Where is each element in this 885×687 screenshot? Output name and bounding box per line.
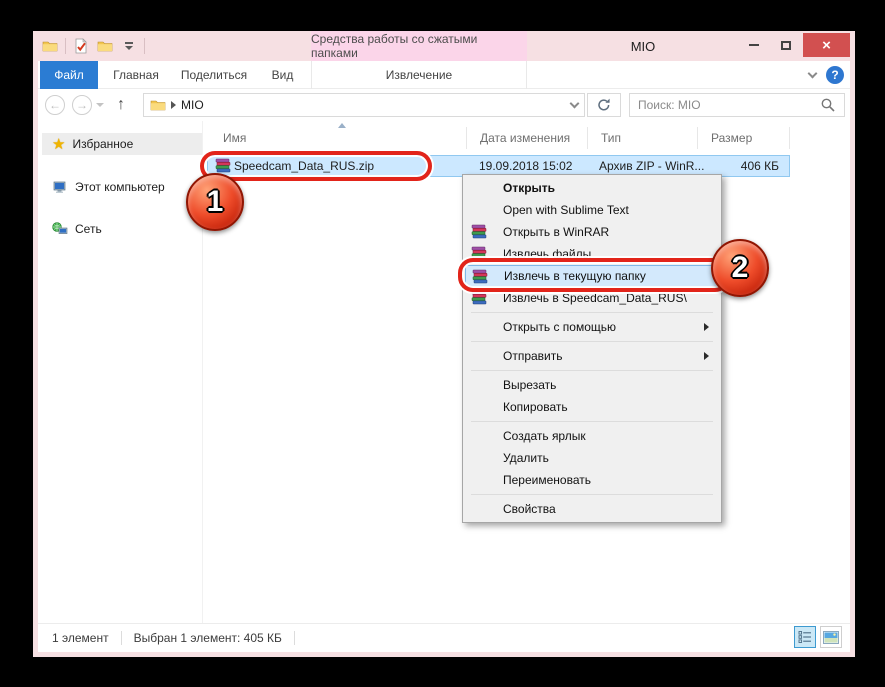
refresh-button[interactable] — [587, 93, 621, 117]
up-button[interactable]: ↑ — [111, 94, 131, 116]
minimize-icon — [749, 44, 759, 46]
submenu-arrow-icon — [704, 352, 709, 360]
context-menu-item-copy[interactable]: Копировать — [465, 396, 719, 418]
winrar-icon — [471, 290, 487, 309]
file-name: Speedcam_Data_RUS.zip — [234, 159, 374, 173]
context-menu-item-cut[interactable]: Вырезать — [465, 374, 719, 396]
column-header-size[interactable]: Размер — [698, 127, 790, 149]
column-header-name[interactable]: Имя — [210, 127, 467, 149]
customize-toolbar-dropdown[interactable] — [120, 37, 138, 55]
context-menu-item-delete[interactable]: Удалить — [465, 447, 719, 469]
maximize-icon — [781, 41, 791, 50]
file-size: 406 КБ — [699, 159, 779, 173]
column-header-date[interactable]: Дата изменения — [467, 127, 588, 149]
star-icon: ★ — [52, 137, 65, 152]
breadcrumb-arrow-icon — [171, 101, 176, 109]
submenu-arrow-icon — [704, 323, 709, 331]
sidebar-item-favorites[interactable]: ★ Избранное — [42, 133, 202, 155]
details-view-button[interactable] — [794, 626, 816, 648]
view-switcher — [794, 626, 842, 648]
selection-info: Выбран 1 элемент: 405 КБ — [134, 631, 282, 645]
details-view-icon — [798, 630, 812, 644]
status-bar: 1 элемент Выбран 1 элемент: 405 КБ — [38, 623, 850, 652]
context-menu-item-open[interactable]: Открыть — [465, 177, 719, 199]
search-placeholder: Поиск: MIO — [638, 98, 701, 112]
tab-view[interactable]: Вид — [254, 61, 311, 89]
search-icon[interactable] — [820, 97, 836, 113]
menu-separator — [471, 370, 713, 371]
forward-button[interactable]: → — [72, 95, 92, 115]
tab-home[interactable]: Главная — [98, 61, 174, 89]
folder-icon[interactable] — [41, 37, 59, 55]
sidebar-item-this-pc[interactable]: Этот компьютер — [42, 176, 202, 198]
recent-locations-dropdown-icon[interactable] — [96, 103, 104, 107]
winrar-icon — [471, 246, 487, 265]
maximize-button[interactable] — [771, 33, 801, 57]
explorer-window: Средства работы со сжатыми папками MIO ×… — [33, 31, 855, 657]
divider — [144, 38, 145, 54]
large-icons-view-button[interactable] — [820, 626, 842, 648]
winrar-icon — [472, 269, 488, 288]
context-menu: Открыть Open with Sublime Text Открыть в… — [462, 174, 722, 523]
navigation-toolbar: ← → ↑ MIO Поиск: MIO — [38, 89, 850, 121]
context-menu-item-open-in-winrar[interactable]: Открыть в WinRAR — [465, 221, 719, 243]
file-date: 19.09.2018 15:02 — [479, 159, 572, 173]
file-type: Архив ZIP - WinR... — [599, 159, 704, 173]
tab-extract[interactable]: Извлечение — [311, 61, 527, 89]
divider — [121, 631, 122, 645]
annotation-step-2: 2 — [711, 239, 769, 297]
context-menu-item-open-with[interactable]: Открыть с помощью — [465, 316, 719, 338]
divider — [294, 631, 295, 645]
quick-access-toolbar — [41, 34, 145, 58]
winrar-icon — [471, 224, 487, 243]
ribbon-tab-bar: Файл Главная Поделиться Вид Извлечение ? — [38, 61, 850, 89]
ribbon-controls: ? — [809, 61, 844, 89]
network-icon — [52, 221, 68, 237]
title-bar: Средства работы со сжатыми папками MIO × — [33, 31, 855, 61]
tab-file[interactable]: Файл — [40, 61, 98, 89]
computer-icon — [52, 179, 68, 195]
context-menu-item-properties[interactable]: Свойства — [465, 498, 719, 520]
search-input[interactable]: Поиск: MIO — [629, 93, 845, 117]
menu-separator — [471, 341, 713, 342]
minimize-button[interactable] — [739, 33, 769, 57]
menu-separator — [471, 312, 713, 313]
close-icon: × — [822, 37, 831, 54]
window-title: MIO — [578, 31, 708, 61]
minimize-ribbon-icon[interactable] — [808, 68, 818, 78]
contextual-tab-header-label: Средства работы со сжатыми папками — [311, 32, 527, 60]
client-area: Файл Главная Поделиться Вид Извлечение ?… — [38, 61, 850, 652]
context-menu-item-extract-to-folder[interactable]: Извлечь в Speedcam_Data_RUS\ — [465, 287, 719, 309]
new-folder-button[interactable] — [96, 37, 114, 55]
context-menu-item-rename[interactable]: Переименовать — [465, 469, 719, 491]
context-menu-item-create-shortcut[interactable]: Создать ярлык — [465, 425, 719, 447]
context-menu-item-extract-files[interactable]: Извлечь файлы — [465, 243, 719, 265]
sidebar-item-network[interactable]: Сеть — [42, 218, 202, 240]
forward-icon: → — [76, 98, 88, 112]
divider — [65, 38, 66, 54]
column-header-type[interactable]: Тип — [588, 127, 698, 149]
thumbnail-view-icon — [823, 631, 839, 644]
context-menu-item-send-to[interactable]: Отправить — [465, 345, 719, 367]
back-icon: ← — [49, 98, 61, 112]
properties-button[interactable] — [72, 37, 90, 55]
tab-share[interactable]: Поделиться — [174, 61, 254, 89]
help-icon[interactable]: ? — [826, 66, 844, 84]
context-menu-item-extract-to-current-folder[interactable]: Извлечь в текущую папку — [465, 265, 719, 287]
close-button[interactable]: × — [803, 33, 850, 57]
address-bar[interactable]: MIO — [143, 93, 585, 117]
annotation-step-1: 1 — [186, 173, 244, 231]
breadcrumb[interactable]: MIO — [181, 98, 204, 112]
contextual-tab-header: Средства работы со сжатыми папками — [311, 31, 527, 61]
menu-separator — [471, 421, 713, 422]
menu-separator — [471, 494, 713, 495]
folder-icon — [150, 97, 166, 113]
up-icon: ↑ — [117, 96, 125, 114]
address-dropdown-icon[interactable] — [570, 98, 580, 108]
back-button[interactable]: ← — [45, 95, 65, 115]
items-count: 1 элемент — [52, 631, 109, 645]
refresh-icon — [596, 97, 612, 113]
sort-ascending-icon — [338, 123, 346, 128]
context-menu-item-open-with-sublime[interactable]: Open with Sublime Text — [465, 199, 719, 221]
